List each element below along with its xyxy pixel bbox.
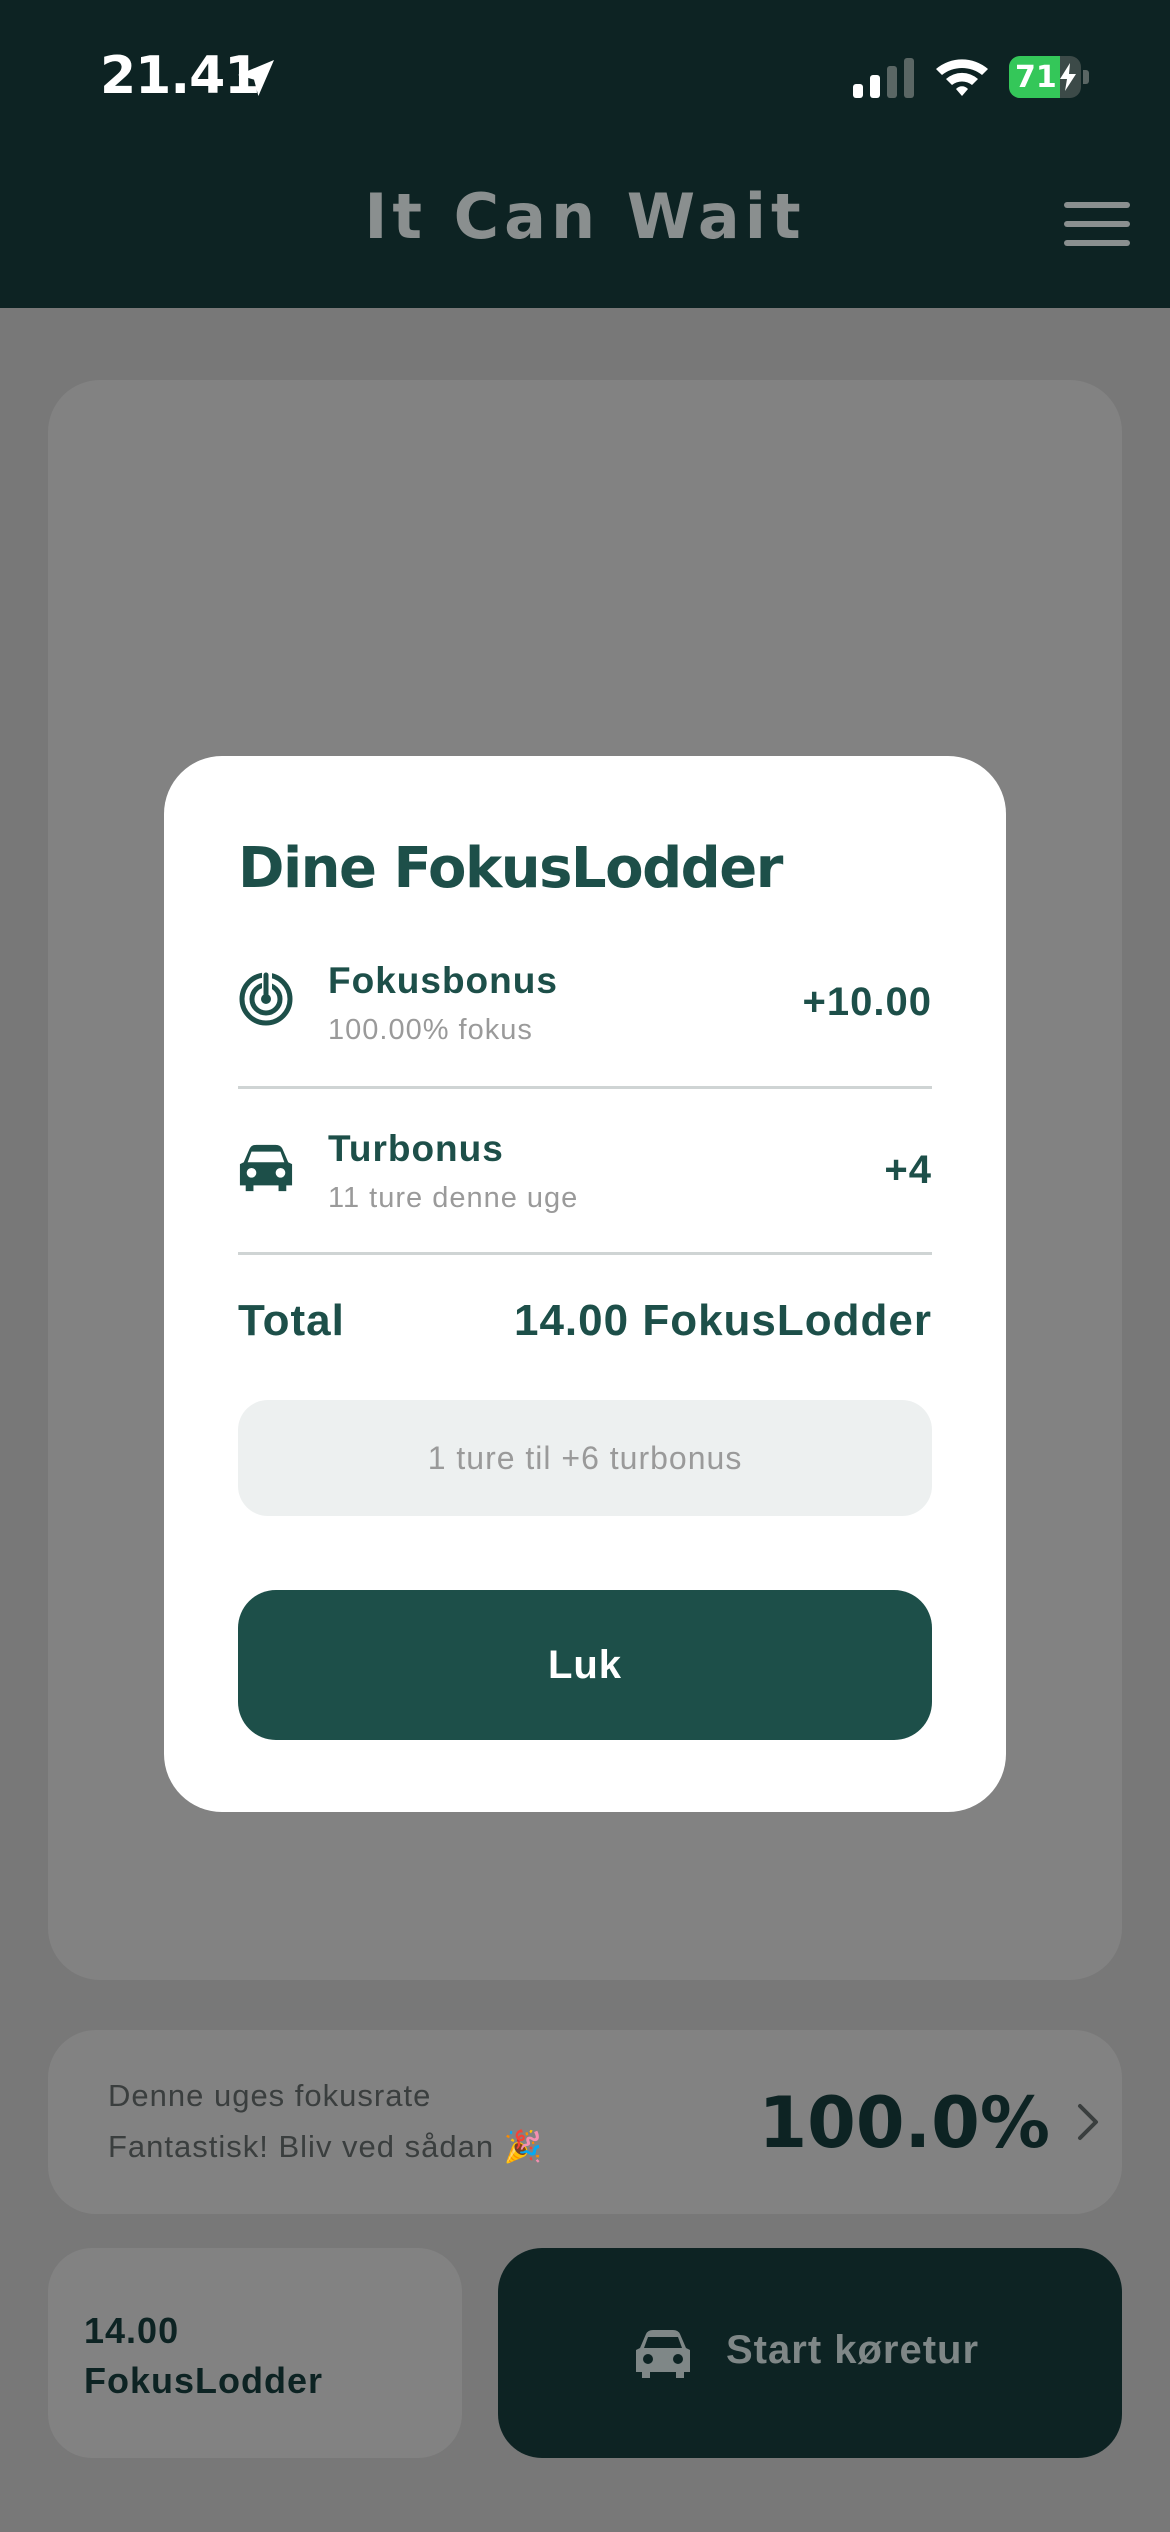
lodder-unit: FokusLodder [84, 2360, 324, 2401]
turbonus-value: +4 [884, 1148, 932, 1192]
fokusbonus-value: +10.00 [802, 980, 932, 1024]
battery-icon: 71 [1009, 56, 1089, 98]
close-button[interactable]: Luk [238, 1590, 932, 1740]
focus-rate-value: 100.0% [758, 2082, 1050, 2164]
total-label: Total [238, 1296, 345, 1345]
turbonus-label: Turbonus [328, 1128, 504, 1169]
app-header: 21.41 71 It Can Wait [0, 0, 1170, 308]
battery-cap [1083, 70, 1089, 84]
wifi-icon [936, 59, 988, 96]
lodder-amount: 14.00 [84, 2310, 180, 2351]
car-icon [239, 1144, 293, 1192]
chevron-right-icon[interactable] [1074, 2100, 1102, 2144]
start-trip-label: Start køretur [726, 2328, 980, 2372]
focus-target-icon [239, 971, 293, 1026]
turbonus-sub: 11 ture denne uge [328, 1182, 579, 1214]
charging-bolt-icon [1060, 63, 1076, 91]
battery-level: 71 [1015, 60, 1057, 95]
turbonus-hint: 1 ture til +6 turbonus [238, 1400, 932, 1516]
focus-rate-label: Denne uges fokusrate [108, 2078, 432, 2113]
close-button-label: Luk [547, 1642, 623, 1687]
car-icon [636, 2330, 690, 2378]
fokuslodder-dialog: Dine FokusLodder Fokusbonus 100.00% foku… [164, 756, 1006, 1812]
cellular-signal-icon [853, 58, 914, 98]
hamburger-menu-icon[interactable] [1064, 200, 1130, 248]
dialog-title: Dine FokusLodder [238, 836, 783, 901]
total-value: 14.00 FokusLodder [513, 1296, 932, 1345]
divider [238, 1086, 932, 1089]
divider [238, 1252, 932, 1255]
app-title: It Can Wait [364, 180, 806, 253]
weekly-focus-rate-card[interactable]: Denne uges fokusrate Fantastisk! Bliv ve… [48, 2030, 1122, 2214]
fokusbonus-sub: 100.00% fokus [328, 1014, 533, 1046]
fokuslodder-summary-card[interactable]: 14.00 FokusLodder [48, 2248, 462, 2458]
location-arrow-icon [238, 60, 274, 96]
fokusbonus-label: Fokusbonus [328, 960, 558, 1001]
hint-text: 1 ture til +6 turbonus [427, 1439, 743, 1476]
focus-rate-message: Fantastisk! Bliv ved sådan 🎉 [108, 2129, 544, 2164]
start-trip-button[interactable]: Start køretur [498, 2248, 1122, 2458]
